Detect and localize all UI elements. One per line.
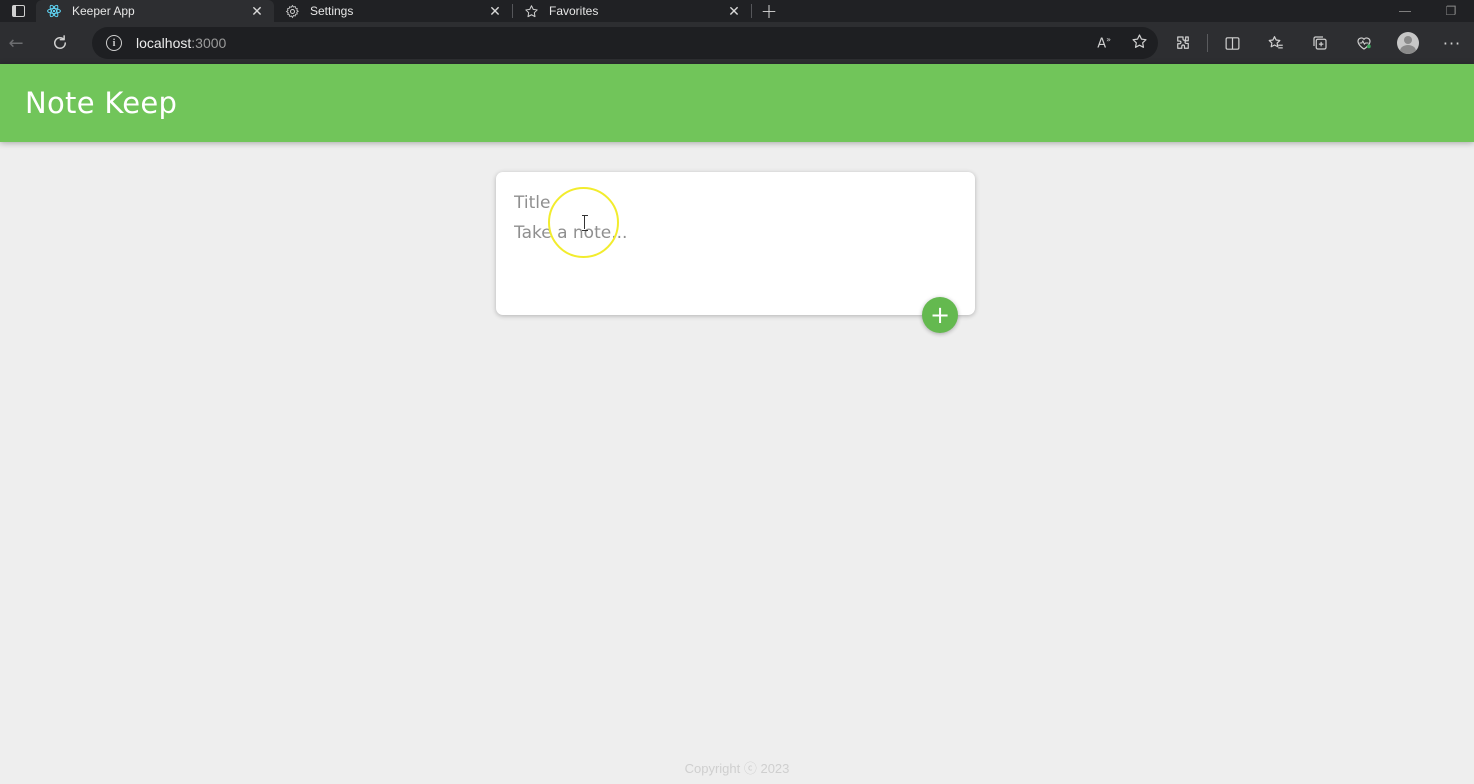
app-title: Note Keep: [25, 86, 178, 120]
refresh-icon[interactable]: [44, 27, 76, 59]
profile-avatar[interactable]: [1386, 32, 1430, 54]
window-menu-icon[interactable]: [0, 0, 36, 22]
url-port: :3000: [191, 35, 227, 51]
tab-settings[interactable]: Settings ✕: [274, 0, 512, 22]
tab-close-icon[interactable]: ✕: [488, 3, 502, 20]
back-icon[interactable]: ←: [0, 27, 32, 59]
star-icon: [523, 3, 539, 19]
read-aloud-icon[interactable]: A»: [1097, 35, 1111, 51]
collections-icon[interactable]: [1298, 34, 1342, 52]
window-controls: ― ❐: [1382, 0, 1474, 22]
tab-label: Keeper App: [72, 4, 135, 18]
url-text: localhost:3000: [136, 35, 226, 51]
tab-close-icon[interactable]: ✕: [727, 3, 741, 20]
minimize-icon[interactable]: ―: [1382, 0, 1428, 22]
extensions-icon[interactable]: [1161, 34, 1205, 52]
copyright-text: Copyright ⓒ 2023: [684, 761, 790, 776]
react-icon: [46, 3, 62, 19]
browser-tab-bar: Keeper App ✕ Settings ✕ Favorites ✕ + ― …: [0, 0, 1474, 23]
tab-label: Favorites: [549, 4, 599, 18]
favorite-star-icon[interactable]: [1131, 33, 1148, 54]
avatar: [1397, 32, 1419, 54]
site-info-icon[interactable]: i: [106, 35, 122, 51]
address-bar[interactable]: i localhost:3000 A»: [92, 27, 1158, 59]
split-screen-icon[interactable]: [1210, 35, 1254, 52]
browser-essentials-icon[interactable]: [1342, 34, 1386, 52]
tab-close-icon[interactable]: ✕: [250, 3, 264, 20]
restore-icon[interactable]: ❐: [1428, 0, 1474, 22]
tab-label: Settings: [310, 4, 354, 18]
title-input[interactable]: [514, 191, 954, 215]
browser-tools: ···: [1161, 22, 1474, 64]
tab-keeper-app[interactable]: Keeper App ✕: [36, 0, 274, 22]
new-tab-button[interactable]: +: [752, 0, 786, 23]
url-host: localhost: [136, 35, 192, 51]
favorites-icon[interactable]: [1254, 34, 1298, 52]
app-header: Note Keep: [0, 64, 1474, 142]
tab-favorites[interactable]: Favorites ✕: [513, 0, 751, 22]
browser-toolbar: ← i localhost:3000 A» ···: [0, 22, 1474, 64]
more-options-icon[interactable]: ···: [1430, 34, 1474, 53]
footer: Copyright ⓒ 2023: [0, 758, 1474, 777]
gear-icon: [284, 3, 300, 19]
toolbar-divider: [1207, 34, 1208, 52]
note-content-input[interactable]: [514, 223, 954, 293]
add-note-button[interactable]: +: [922, 297, 958, 333]
create-note-form: [496, 172, 975, 315]
